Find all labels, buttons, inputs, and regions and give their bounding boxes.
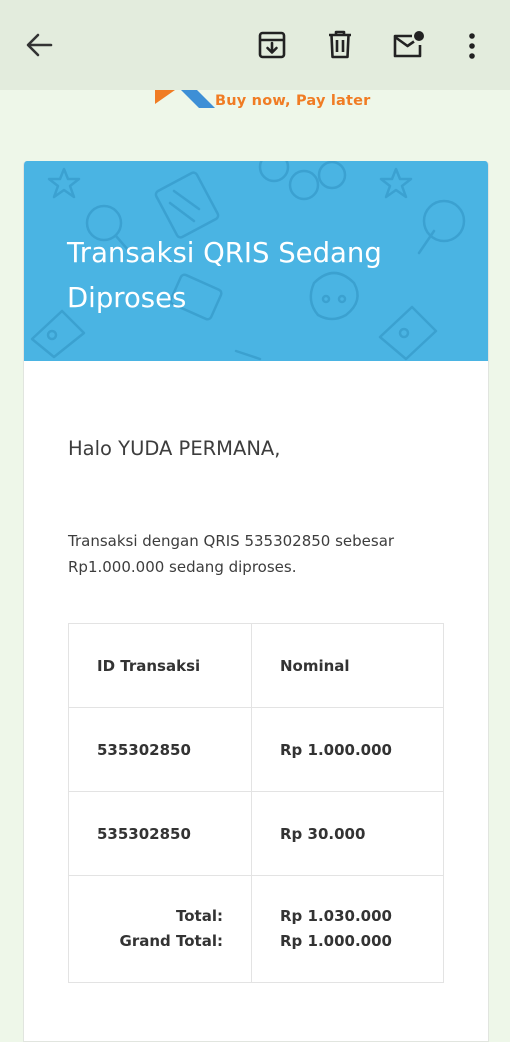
totals-values: Rp 1.030.000 Rp 1.000.000: [251, 875, 444, 983]
email-title: Transaksi QRIS Sedang Diproses: [67, 237, 382, 314]
email-banner: Transaksi QRIS Sedang Diproses: [24, 161, 488, 361]
back-arrow-icon[interactable]: [25, 31, 53, 59]
row-id: 535302850: [68, 707, 252, 792]
message-text: Transaksi dengan QRIS 535302850 sebesar …: [68, 532, 395, 576]
more-vert-icon[interactable]: [467, 33, 477, 59]
greeting-text: Halo YUDA PERMANA,: [68, 437, 281, 460]
table-row: 535302850 Rp 30.000: [68, 791, 444, 876]
grand-total-label: Grand Total:: [119, 932, 223, 950]
totals-labels: Total: Grand Total:: [68, 875, 252, 983]
total-label: Total:: [176, 907, 223, 925]
mark-unread-icon[interactable]: [392, 30, 426, 60]
row-amount: Rp 1.000.000: [251, 707, 444, 792]
logo-mark-icon: [155, 90, 215, 108]
table-header-row: ID Transaksi Nominal: [68, 623, 444, 708]
brand-logo: Buy now, Pay later: [155, 90, 375, 112]
delete-icon[interactable]: [327, 30, 353, 60]
table-row: 535302850 Rp 1.000.000: [68, 707, 444, 792]
header-amount: Nominal: [251, 623, 444, 708]
table-totals-row: Total: Grand Total: Rp 1.030.000 Rp 1.00…: [68, 875, 444, 983]
transaction-table: ID Transaksi Nominal 535302850 Rp 1.000.…: [68, 623, 444, 983]
row-amount: Rp 30.000: [251, 791, 444, 876]
row-id: 535302850: [68, 791, 252, 876]
header-id: ID Transaksi: [68, 623, 252, 708]
archive-icon[interactable]: [258, 31, 286, 59]
brand-tagline: Buy now, Pay later: [215, 93, 371, 109]
email-toolbar: [0, 0, 510, 90]
total-value: Rp 1.030.000: [280, 907, 392, 925]
grand-total-value: Rp 1.000.000: [280, 932, 392, 950]
email-card: Transaksi QRIS Sedang Diproses Halo YUDA…: [23, 161, 489, 1042]
